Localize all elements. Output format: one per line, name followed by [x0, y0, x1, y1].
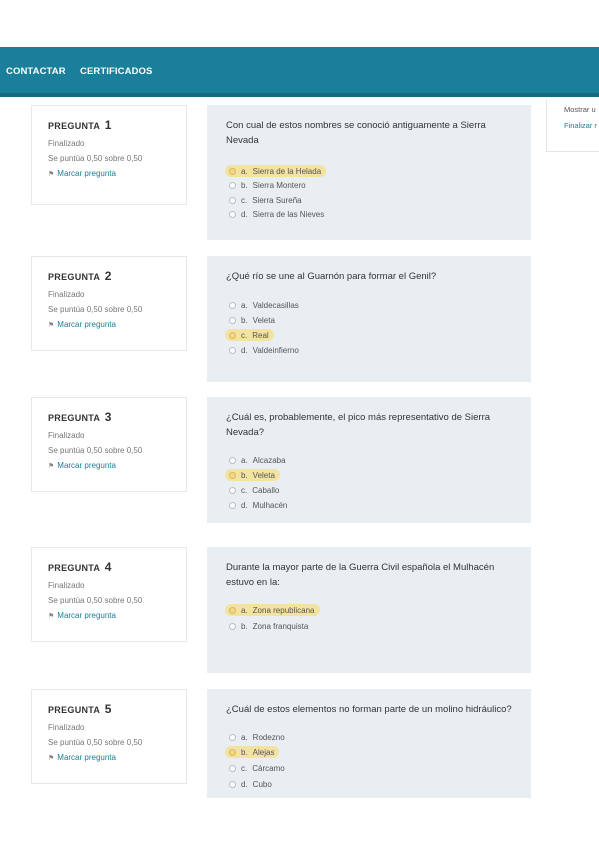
answer-option[interactable]: d. Cubo: [225, 778, 277, 790]
radio-icon[interactable]: [229, 456, 236, 464]
answer-option[interactable]: b. Alejas: [225, 746, 280, 758]
answer-option[interactable]: b. Veleta: [225, 469, 280, 481]
question-state: Finalizado: [48, 723, 85, 732]
question-content-1: Con cual de estos nombres se conoció ant…: [207, 105, 531, 240]
radio-icon[interactable]: [229, 331, 236, 339]
question-content-2: ¿Qué río se une al Guarnón para formar e…: [207, 256, 531, 382]
answer-option[interactable]: b. Veleta: [225, 314, 280, 326]
radio-icon[interactable]: [229, 196, 236, 204]
nav-link-certificates[interactable]: CERTIFICADOS: [80, 66, 152, 77]
quiz-navigation-block: Mostrar u Finalizar r: [546, 100, 599, 152]
question-grade: Se puntúa 0,50 sobre 0,50: [48, 596, 143, 605]
flag-question-link[interactable]: ⚑ Marcar pregunta: [48, 320, 116, 329]
radio-icon[interactable]: [229, 181, 236, 189]
question-content-5: ¿Cuál de estos elementos no forman parte…: [207, 689, 531, 798]
question-info-4: PREGUNTA 4 Finalizado Se puntúa 0,50 sob…: [31, 547, 187, 642]
radio-icon[interactable]: [229, 486, 236, 494]
answer-option[interactable]: c. Cárcamo: [225, 762, 290, 774]
flag-question-link[interactable]: ⚑ Marcar pregunta: [48, 753, 116, 762]
question-text: Durante la mayor parte de la Guerra Civi…: [226, 562, 495, 588]
radio-icon[interactable]: [229, 780, 236, 788]
question-info-5: PREGUNTA 5 Finalizado Se puntúa 0,50 sob…: [31, 689, 187, 784]
radio-icon[interactable]: [229, 301, 236, 309]
flag-icon: ⚑: [48, 613, 55, 620]
answer-option[interactable]: d. Mulhacén: [225, 499, 292, 511]
finish-review-link[interactable]: Finalizar r: [564, 121, 597, 130]
nav-link-contact[interactable]: CONTACTAR: [6, 66, 66, 77]
question-info-1: PREGUNTA 1 Finalizado Se puntúa 0,50 sob…: [31, 105, 187, 205]
question-state: Finalizado: [48, 139, 85, 148]
question-title: PREGUNTA 5: [48, 702, 112, 716]
question-text: Con cual de estos nombres se conoció ant…: [226, 120, 486, 146]
radio-icon[interactable]: [229, 501, 236, 509]
radio-icon[interactable]: [229, 346, 236, 354]
answer-option[interactable]: a. Valdecasillas: [225, 299, 304, 311]
question-state: Finalizado: [48, 581, 85, 590]
question-state: Finalizado: [48, 290, 85, 299]
answer-option[interactable]: a. Rodezno: [225, 731, 290, 743]
flag-icon: ⚑: [48, 322, 55, 329]
question-title: PREGUNTA 4: [48, 560, 112, 574]
question-info-2: PREGUNTA 2 Finalizado Se puntúa 0,50 sob…: [31, 256, 187, 351]
question-grade: Se puntúa 0,50 sobre 0,50: [48, 305, 143, 314]
flag-icon: ⚑: [48, 463, 55, 470]
top-navigation-bar: CONTACTAR CERTIFICADOS: [0, 47, 599, 97]
radio-icon[interactable]: [229, 764, 236, 772]
answer-option[interactable]: d. Sierra de las Nieves: [225, 208, 329, 220]
question-text: ¿Cuál de estos elementos no forman parte…: [226, 704, 512, 715]
question-content-3: ¿Cuál es, probablemente, el pico más rep…: [207, 397, 531, 523]
question-text: ¿Qué río se une al Guarnón para formar e…: [226, 271, 437, 282]
radio-icon[interactable]: [229, 622, 236, 630]
question-grade: Se puntúa 0,50 sobre 0,50: [48, 738, 143, 747]
show-one-page-link[interactable]: Mostrar u: [564, 105, 596, 114]
answer-option[interactable]: c. Caballo: [225, 484, 284, 496]
radio-icon[interactable]: [229, 606, 236, 614]
answer-option[interactable]: a. Zona republicana: [225, 604, 320, 616]
question-state: Finalizado: [48, 431, 85, 440]
flag-icon: ⚑: [48, 755, 55, 762]
answer-option[interactable]: a. Sierra de la Helada: [225, 165, 327, 177]
radio-icon[interactable]: [229, 748, 236, 756]
radio-icon[interactable]: [229, 471, 236, 479]
question-text: ¿Cuál es, probablemente, el pico más rep…: [226, 412, 491, 438]
radio-icon[interactable]: [229, 733, 236, 741]
answer-option[interactable]: b. Sierra Montero: [225, 179, 311, 191]
radio-icon[interactable]: [229, 316, 236, 324]
answer-option[interactable]: b. Zona franquista: [225, 620, 313, 632]
question-title: PREGUNTA 3: [48, 410, 112, 424]
answer-option[interactable]: d. Valdeinfierno: [225, 344, 304, 356]
flag-question-link[interactable]: ⚑ Marcar pregunta: [48, 169, 116, 178]
answer-option[interactable]: a. Alcazaba: [225, 454, 291, 466]
radio-icon[interactable]: [229, 210, 236, 218]
flag-icon: ⚑: [48, 171, 55, 178]
question-title: PREGUNTA 1: [48, 118, 112, 132]
question-title: PREGUNTA 2: [48, 269, 112, 283]
answer-option[interactable]: c. Real: [225, 329, 274, 341]
question-grade: Se puntúa 0,50 sobre 0,50: [48, 446, 143, 455]
question-grade: Se puntúa 0,50 sobre 0,50: [48, 154, 143, 163]
flag-question-link[interactable]: ⚑ Marcar pregunta: [48, 611, 116, 620]
question-info-3: PREGUNTA 3 Finalizado Se puntúa 0,50 sob…: [31, 397, 187, 492]
radio-icon[interactable]: [229, 167, 236, 175]
question-content-4: Durante la mayor parte de la Guerra Civi…: [207, 547, 531, 673]
flag-question-link[interactable]: ⚑ Marcar pregunta: [48, 461, 116, 470]
answer-option[interactable]: c. Sierra Sureña: [225, 194, 307, 206]
